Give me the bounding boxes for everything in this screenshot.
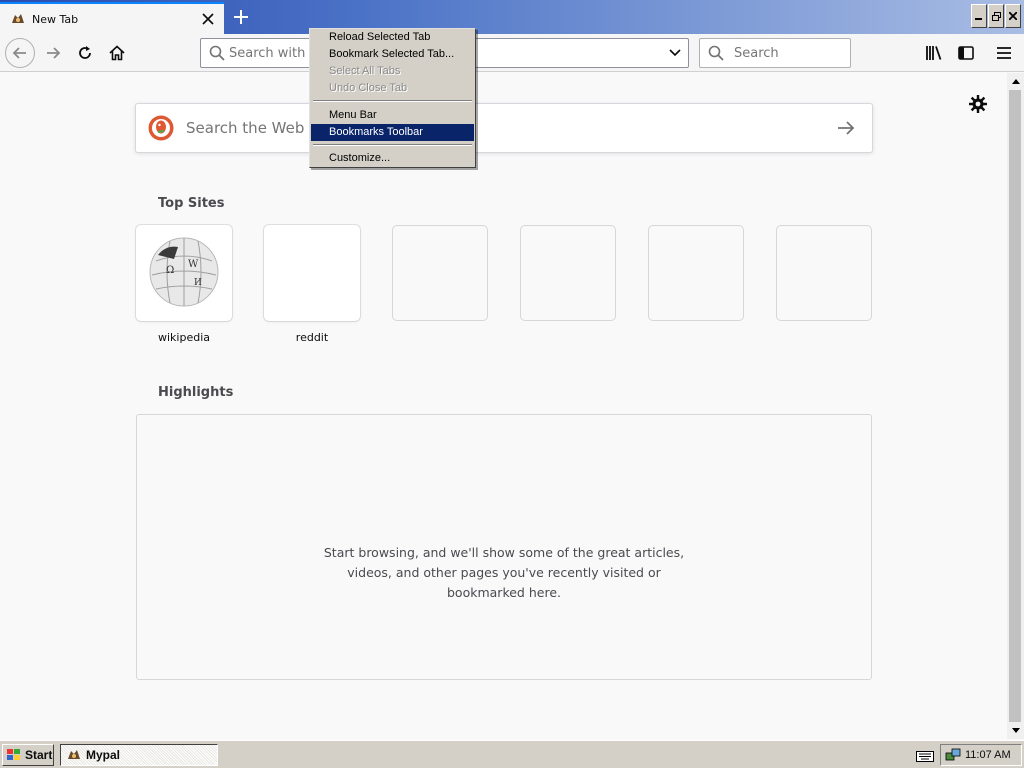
mypal-icon	[12, 14, 24, 23]
vertical-scrollbar[interactable]	[1007, 73, 1024, 739]
top-site-label: reddit	[295, 331, 329, 344]
back-arrow-icon	[12, 47, 26, 59]
menu-item-bookmarks-toolbar[interactable]: Bookmarks Toolbar	[311, 124, 474, 141]
gear-icon[interactable]	[968, 94, 988, 114]
library-button[interactable]	[919, 38, 949, 68]
clock: 11:07 AM	[965, 749, 1011, 761]
windows-logo-icon	[7, 749, 20, 760]
wikipedia-globe-icon: Ω W И	[149, 237, 219, 307]
home-icon	[109, 45, 125, 61]
svg-text:И: И	[194, 278, 202, 288]
web-search-input[interactable]	[184, 118, 826, 138]
system-tray: 11:07 AM	[940, 744, 1022, 766]
search-icon	[708, 45, 724, 61]
menu-item-customize[interactable]: Customize...	[311, 150, 474, 167]
close-tab-button[interactable]	[196, 7, 220, 31]
forward-button[interactable]	[38, 38, 68, 68]
duckduckgo-icon	[148, 115, 174, 141]
chevron-down-icon	[669, 49, 681, 57]
tab-context-menu: Reload Selected Tab Bookmark Selected Ta…	[309, 28, 476, 168]
svg-text:Ω: Ω	[166, 265, 174, 276]
start-label: Start	[25, 748, 53, 762]
top-site-placeholder	[520, 225, 616, 321]
restore-button[interactable]	[988, 4, 1004, 28]
svg-text:W: W	[188, 259, 199, 270]
sidebar-icon	[958, 46, 974, 60]
restore-icon	[991, 11, 1001, 21]
forward-arrow-icon	[47, 47, 61, 59]
menu-item-reload-selected-tab[interactable]: Reload Selected Tab	[311, 29, 474, 46]
menu-separator	[313, 100, 472, 102]
scroll-down-button[interactable]	[1007, 722, 1024, 739]
close-icon	[202, 13, 214, 25]
menu-button[interactable]	[989, 38, 1019, 68]
highlights-heading: Highlights	[158, 385, 234, 400]
arrow-down-icon	[1011, 728, 1020, 733]
top-sites-heading: Top Sites	[158, 196, 225, 211]
network-icon[interactable]	[945, 747, 961, 763]
top-site-tile-reddit[interactable]	[264, 225, 360, 321]
start-button[interactable]: Start	[2, 744, 54, 766]
scroll-thumb[interactable]	[1009, 90, 1021, 722]
back-button[interactable]	[5, 38, 35, 68]
home-button[interactable]	[102, 38, 132, 68]
highlights-message-line: videos, and other pages you've recently …	[347, 565, 661, 580]
search-go-button[interactable]	[826, 108, 866, 148]
web-search-box[interactable]	[135, 103, 873, 153]
url-dropdown-button[interactable]	[662, 40, 688, 66]
tab-title: New Tab	[32, 12, 79, 26]
new-tab-button[interactable]	[228, 4, 254, 30]
taskbar: Start Mypal 11:07 AM	[0, 740, 1024, 768]
highlights-message-line: Start browsing, and we'll show some of t…	[323, 545, 685, 560]
menu-separator	[313, 144, 472, 146]
reload-button[interactable]	[70, 38, 100, 68]
minimize-icon	[975, 18, 982, 20]
menu-item-select-all-tabs: Select All Tabs	[329, 65, 401, 77]
tab-strip: New Tab	[0, 0, 1024, 34]
library-icon	[926, 46, 942, 60]
taskbar-item-label: Mypal	[86, 748, 121, 762]
mypal-icon	[68, 750, 80, 759]
taskbar-item-mypal[interactable]: Mypal	[60, 744, 218, 766]
highlights-message-line: bookmarked here.	[447, 585, 561, 600]
top-site-placeholder	[648, 225, 744, 321]
minimize-button[interactable]	[971, 4, 987, 28]
sidebar-button[interactable]	[951, 38, 981, 68]
menu-item-undo-close-tab: Undo Close Tab	[329, 82, 408, 94]
top-site-label: wikipedia	[157, 331, 210, 344]
search-bar[interactable]	[699, 38, 851, 68]
menu-item-menu-bar[interactable]: Menu Bar	[311, 107, 474, 124]
top-site-placeholder	[776, 225, 872, 321]
top-site-placeholder	[392, 225, 488, 321]
search-input[interactable]	[732, 44, 842, 62]
tab-new-tab[interactable]: New Tab	[0, 2, 224, 34]
close-icon	[1009, 12, 1017, 20]
reload-icon	[79, 46, 91, 59]
keyboard-icon[interactable]	[916, 749, 934, 763]
arrow-up-icon	[1011, 79, 1020, 84]
menu-item-bookmark-selected-tab[interactable]: Bookmark Selected Tab...	[311, 46, 474, 63]
navigation-toolbar	[0, 34, 1024, 72]
arrow-right-icon	[838, 121, 855, 135]
close-window-button[interactable]	[1005, 4, 1021, 28]
plus-icon	[234, 10, 248, 24]
highlights-empty-state: Start browsing, and we'll show some of t…	[136, 414, 872, 680]
hamburger-menu-icon	[997, 47, 1011, 59]
highlights-message: Start browsing, and we'll show some of t…	[137, 543, 871, 603]
top-site-tile-wikipedia[interactable]: Ω W И	[136, 225, 232, 321]
scroll-up-button[interactable]	[1007, 73, 1024, 90]
search-icon	[209, 45, 225, 61]
